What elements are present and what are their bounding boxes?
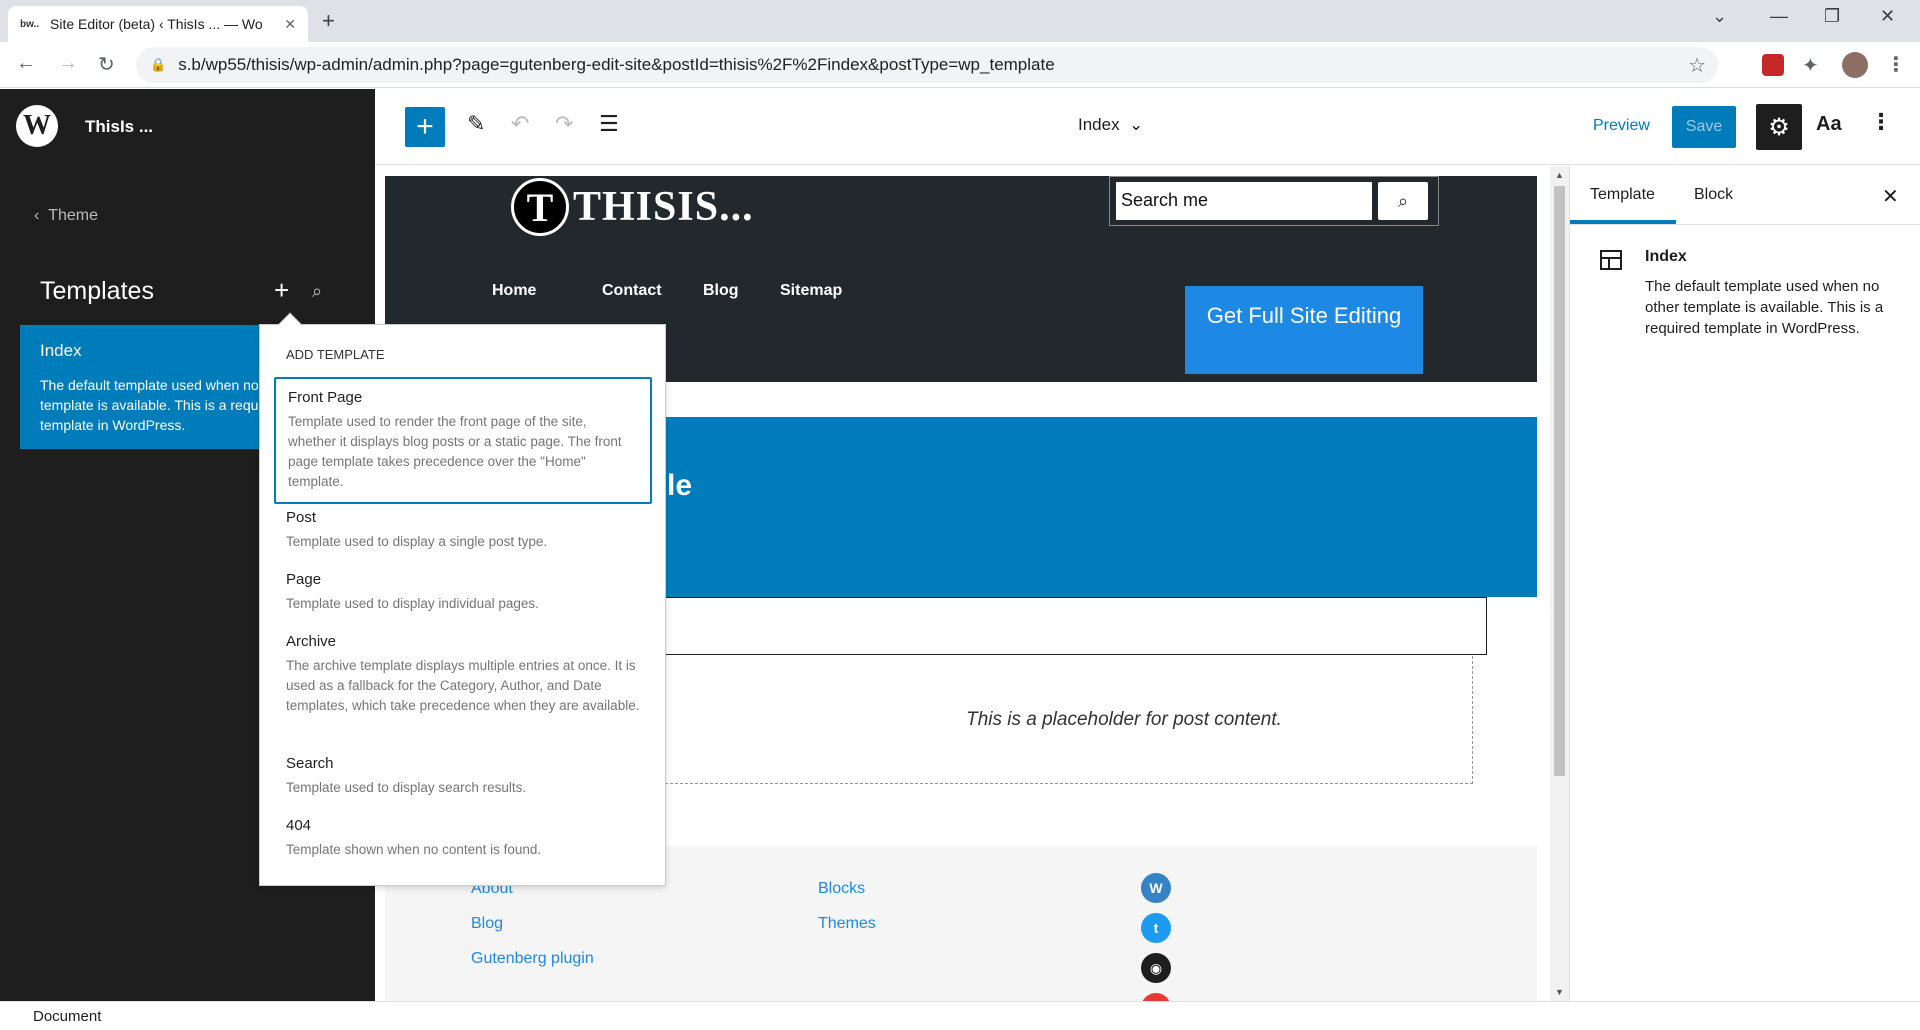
option-name: 404 (286, 817, 312, 834)
nav-link-blog[interactable]: Blog (703, 282, 739, 300)
cta-button[interactable]: Get Full Site Editing (1185, 286, 1423, 374)
option-description: Template used to render the front page o… (288, 414, 622, 489)
twitter-icon[interactable]: t (1141, 913, 1171, 943)
bookmark-star-icon[interactable]: ☆ (1688, 53, 1706, 78)
browser-menu-icon[interactable]: ⋮ (1886, 52, 1906, 77)
youtube-icon[interactable] (1141, 993, 1171, 1001)
tab-title: Site Editor (beta) ‹ ThisIs ... — Wo (50, 16, 263, 32)
status-bar: Document (0, 1001, 1920, 1030)
option-name: Page (286, 571, 322, 588)
back-icon[interactable]: ← (16, 52, 36, 75)
template-option-post[interactable]: Post Template used to display a single p… (274, 499, 652, 562)
back-label: Theme (48, 207, 99, 224)
footer-link-blocks[interactable]: Blocks (818, 880, 865, 898)
layout-icon (1600, 250, 1622, 270)
template-option-front-page[interactable]: Front Page Template used to render the f… (274, 377, 652, 504)
url-text: s.b/wp55/thisis/wp-admin/admin.php?page=… (178, 55, 1055, 74)
template-option-404[interactable]: 404 Template shown when no content is fo… (274, 807, 652, 870)
tab-search-icon[interactable]: ⌄ (1712, 6, 1727, 27)
back-to-theme-link[interactable]: ‹ Theme (34, 207, 98, 225)
chevron-left-icon: ‹ (34, 207, 49, 224)
redo-icon[interactable]: ↷ (555, 111, 573, 137)
option-name: Post (286, 509, 317, 526)
option-description: The archive template displays multiple e… (286, 658, 640, 713)
preview-button[interactable]: Preview (1593, 117, 1650, 135)
site-search-block[interactable]: Search me ⌕ (1109, 176, 1439, 226)
extension-icon[interactable] (1762, 54, 1784, 76)
add-template-popover: ADD TEMPLATE Front Page Template used to… (259, 312, 666, 886)
search-icon[interactable]: ⌕ (312, 281, 322, 302)
settings-gear-icon[interactable]: ⚙ (1756, 104, 1802, 150)
undo-icon[interactable]: ↶ (511, 111, 529, 137)
styles-button[interactable]: Aa (1816, 113, 1842, 136)
minimize-icon[interactable]: — (1770, 6, 1788, 27)
option-name: Archive (286, 633, 337, 650)
add-template-icon[interactable]: + (274, 275, 289, 306)
more-options-icon[interactable]: ⋮ (1870, 109, 1892, 135)
option-name: Search (286, 755, 334, 772)
scroll-up-icon[interactable]: ▲ (1555, 170, 1564, 180)
close-window-icon[interactable]: ✕ (1880, 6, 1895, 27)
maximize-icon[interactable]: ❐ (1824, 6, 1840, 27)
footer-link-blog[interactable]: Blog (471, 915, 503, 933)
close-icon[interactable]: ✕ (1882, 184, 1899, 209)
logo-mark: T (511, 178, 569, 236)
cover-title: le (667, 469, 693, 502)
popover-heading: ADD TEMPLATE (286, 347, 385, 362)
github-icon[interactable]: ◉ (1141, 953, 1171, 983)
forward-icon[interactable]: → (58, 52, 78, 75)
canvas-scrollbar[interactable]: ▲ ▼ (1550, 166, 1569, 1001)
wordpress-icon: W (16, 105, 58, 147)
browser-tab-bar: bw.. Site Editor (beta) ‹ ThisIs ... — W… (0, 0, 1920, 42)
settings-panel: Template Block ✕ Index The default templ… (1569, 166, 1920, 1001)
block-inserter-button[interactable]: + (405, 107, 445, 147)
tab-template[interactable]: Template (1590, 186, 1655, 204)
scroll-down-icon[interactable]: ▼ (1555, 987, 1564, 997)
save-button[interactable]: Save (1672, 106, 1736, 148)
footer-link-themes[interactable]: Themes (818, 915, 876, 933)
address-bar-row: ← → ↻ 🔒 s.b/wp55/thisis/wp-admin/admin.p… (0, 42, 1920, 88)
browser-tab[interactable]: bw.. Site Editor (beta) ‹ ThisIs ... — W… (8, 6, 308, 42)
reload-icon[interactable]: ↻ (98, 52, 115, 77)
profile-avatar[interactable] (1842, 52, 1868, 78)
nav-link-sitemap[interactable]: Sitemap (780, 282, 842, 300)
new-tab-icon[interactable]: + (322, 8, 335, 34)
search-icon[interactable]: ⌕ (1378, 182, 1428, 220)
nav-link-home[interactable]: Home (492, 282, 536, 300)
templates-heading: Templates (40, 277, 154, 305)
template-option-archive[interactable]: Archive The archive template displays mu… (274, 623, 652, 726)
scrollbar-thumb[interactable] (1554, 186, 1565, 776)
panel-divider (1570, 224, 1920, 225)
option-description: Template used to display search results. (286, 780, 527, 795)
editor-toolbar: + ✎ ↶ ↷ ☰ Index ⌄ Preview Save ⚙ Aa ⋮ (375, 89, 1920, 165)
footer-link-gutenberg[interactable]: Gutenberg plugin (471, 950, 594, 968)
list-view-icon[interactable]: ☰ (599, 111, 619, 137)
logo-text: THISIS... (573, 184, 754, 230)
url-field[interactable]: 🔒 s.b/wp55/thisis/wp-admin/admin.php?pag… (136, 47, 1718, 83)
wordpress-icon[interactable]: W (1141, 873, 1171, 903)
breadcrumb-document[interactable]: Document (33, 1008, 101, 1025)
option-description: Template shown when no content is found. (286, 842, 542, 857)
option-name: Front Page (288, 389, 363, 406)
template-option-page[interactable]: Page Template used to display individual… (274, 561, 652, 624)
site-search-input[interactable]: Search me (1116, 182, 1372, 220)
template-name: Index (1078, 115, 1120, 134)
favicon-icon: bw.. (20, 18, 40, 30)
close-tab-icon[interactable]: ✕ (284, 16, 296, 33)
tab-block[interactable]: Block (1694, 186, 1733, 204)
extensions-puzzle-icon[interactable]: ✦ (1802, 53, 1819, 78)
lock-icon: 🔒 (150, 57, 167, 72)
site-title: ThisIs ... (85, 117, 154, 136)
chevron-down-icon: ⌄ (1124, 115, 1144, 134)
wordpress-logo-button[interactable]: W (10, 99, 64, 153)
edit-pencil-icon[interactable]: ✎ (467, 111, 485, 137)
template-description: The default template used when no other … (1645, 278, 1884, 337)
option-description: Template used to display individual page… (286, 596, 539, 611)
template-title: Index (1645, 248, 1687, 265)
template-switcher[interactable]: Index ⌄ (1078, 115, 1143, 135)
option-description: Template used to display a single post t… (286, 534, 548, 549)
site-logo[interactable]: T THISIS... (511, 178, 754, 236)
template-option-search[interactable]: Search Template used to display search r… (274, 745, 652, 808)
nav-link-contact[interactable]: Contact (602, 282, 662, 300)
